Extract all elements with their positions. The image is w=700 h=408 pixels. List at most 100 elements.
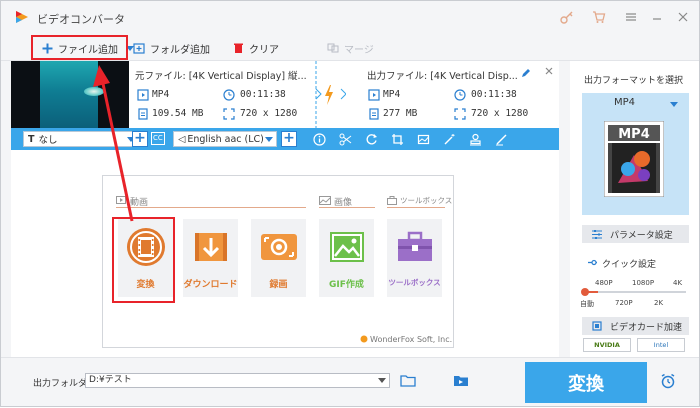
rotate-icon[interactable] <box>363 131 379 147</box>
source-size: 109.54 MB <box>152 108 204 119</box>
mp4-file-icon: MP4 <box>604 121 664 197</box>
download-feature-card[interactable]: ダウンロード <box>183 219 238 297</box>
output-resolution: 720 x 1280 <box>471 108 529 119</box>
gpu-accel-label: ビデオカード加速 <box>610 322 683 333</box>
trim-scissors-icon[interactable] <box>337 131 353 147</box>
quality-slider-track[interactable] <box>584 291 686 293</box>
clear-label: クリア <box>249 44 279 56</box>
app-window: ビデオコンバータ ファイル追加 フォルダ追加 クリア マージ 元ファイル: [4… <box>0 0 700 407</box>
audio-icon: ◁ <box>178 133 186 145</box>
gpu-accel-button[interactable]: ビデオカード加速 <box>582 317 689 335</box>
add-subtitle-button[interactable]: + <box>132 131 148 147</box>
output-folder-dropdown-icon[interactable] <box>378 378 386 383</box>
merge-button[interactable]: マージ <box>327 38 374 58</box>
section-tools-divider <box>387 207 445 208</box>
subtitle-value: なし <box>38 135 58 146</box>
source-resolution: 720 x 1280 <box>240 108 298 119</box>
quick-settings-icon <box>588 259 597 266</box>
format-dropdown-icon[interactable] <box>670 102 678 107</box>
magic-wand-icon[interactable] <box>441 131 457 147</box>
section-video-divider <box>116 207 306 208</box>
gif-feature-card[interactable]: GIF作成 <box>319 219 374 297</box>
toolbox-icon <box>398 231 432 261</box>
image-section-icon <box>319 196 331 205</box>
edit-pencil-icon[interactable] <box>520 67 532 79</box>
audio-track-select[interactable]: ◁ English aac (LC) <box>173 131 277 147</box>
toolbox-card-label: ツールボックス <box>388 278 441 287</box>
folder-add-icon <box>133 42 145 54</box>
parameter-settings-button[interactable]: パラメータ設定 <box>582 225 689 243</box>
wonderfox-logo-icon <box>360 335 368 343</box>
watermark-stamp-icon[interactable] <box>467 131 483 147</box>
output-folder-value: D:¥テスト <box>89 375 132 385</box>
menu-icon[interactable] <box>623 9 639 25</box>
key-icon[interactable] <box>559 9 575 25</box>
subtitle-select[interactable]: T なし <box>23 131 139 147</box>
app-logo-icon <box>16 11 28 23</box>
edit-brush-icon[interactable] <box>493 131 509 147</box>
tick-1080p: 1080P <box>632 279 655 287</box>
output-format-panel: 出力フォーマットを選択 MP4 MP4 パラメータ設定 クイック設定 480P … <box>570 61 699 357</box>
add-folder-button[interactable]: フォルダ追加 <box>133 38 210 58</box>
window-title: ビデオコンバータ <box>37 13 125 26</box>
gpu-icon <box>590 320 604 332</box>
source-file-label: 元ファイル: [4K Vertical Display] 縦... <box>135 71 307 82</box>
convert-button[interactable]: 変換 <box>525 362 647 403</box>
resolution-icon <box>223 108 235 120</box>
intel-badge[interactable]: Intel <box>637 338 685 352</box>
output-format-title: 出力フォーマットを選択 <box>584 76 684 86</box>
crop-icon[interactable] <box>389 131 405 147</box>
tick-480p: 480P <box>595 279 613 287</box>
format-name: MP4 <box>613 97 636 108</box>
merge-label: マージ <box>344 44 374 56</box>
video-section-icon <box>116 196 126 204</box>
output-resolution-icon <box>454 108 466 120</box>
toolbox-feature-card[interactable]: ツールボックス <box>387 219 442 297</box>
output-file-label: 出力ファイル: [4K Vertical Disp... <box>367 71 518 82</box>
quick-settings-label: クイック設定 <box>602 260 657 270</box>
browse-folder-icon[interactable] <box>400 374 416 387</box>
cart-icon[interactable] <box>591 9 607 25</box>
format-selector[interactable]: MP4 MP4 <box>582 93 689 215</box>
remove-item-icon[interactable] <box>543 65 555 77</box>
screen-record-icon <box>261 234 297 260</box>
minimize-icon[interactable] <box>649 9 665 25</box>
output-folder-input[interactable]: D:¥テスト <box>85 373 390 388</box>
add-audio-button[interactable]: + <box>281 131 297 147</box>
bottom-bar: 出力フォルダ： D:¥テスト 変換 <box>1 357 699 406</box>
tick-auto: 自動 <box>580 300 594 308</box>
file-item[interactable]: 元ファイル: [4K Vertical Display] 縦... MP4 00… <box>11 61 559 128</box>
mp4-icon-text: MP4 <box>618 127 650 142</box>
add-file-highlight-box <box>31 35 128 60</box>
effect-icon[interactable] <box>415 131 431 147</box>
convert-highlight-box <box>112 217 175 303</box>
source-duration: 00:11:38 <box>240 89 286 100</box>
alarm-clock-icon[interactable] <box>660 373 676 389</box>
open-output-folder-icon[interactable] <box>453 374 469 387</box>
audio-track-value: English aac (LC) <box>187 133 264 145</box>
clock-icon <box>223 89 235 101</box>
parameter-settings-label: パラメータ設定 <box>610 230 673 241</box>
thumbnail-island-shape <box>84 87 104 96</box>
clear-button[interactable]: クリア <box>232 38 279 58</box>
nvidia-badge[interactable]: NVIDIA <box>583 338 631 352</box>
thumbnail-image <box>40 61 104 128</box>
record-feature-card[interactable]: 録画 <box>251 219 306 297</box>
convert-arrow-divider <box>315 61 346 128</box>
video-thumbnail[interactable] <box>11 61 129 128</box>
record-card-label: 録画 <box>269 280 288 290</box>
brand-text: WonderFox Soft, Inc. <box>370 335 453 344</box>
gif-image-icon <box>330 232 364 262</box>
add-folder-label: フォルダ追加 <box>150 44 210 56</box>
sliders-icon <box>590 228 604 240</box>
info-icon[interactable] <box>311 131 327 147</box>
download-icon <box>195 233 227 261</box>
section-image-divider <box>319 207 375 208</box>
tick-2k: 2K <box>654 299 664 307</box>
close-icon[interactable] <box>675 9 691 25</box>
quality-slider-thumb[interactable] <box>581 288 589 296</box>
title-bar: ビデオコンバータ <box>1 1 699 33</box>
cc-icon[interactable]: CC <box>151 132 165 145</box>
tick-4k: 4K <box>673 279 683 287</box>
output-format: MP4 <box>383 89 401 100</box>
